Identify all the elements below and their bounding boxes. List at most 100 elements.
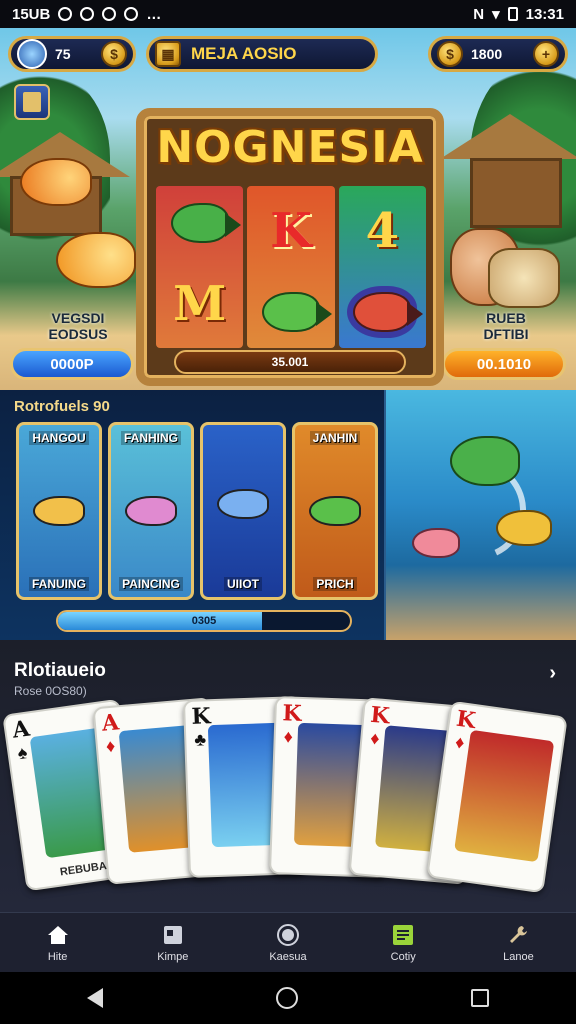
nav-item-lanoe[interactable]: Lanoe: [461, 913, 576, 972]
chevron-right-icon[interactable]: ›: [549, 662, 556, 685]
fish-image: [309, 496, 361, 526]
title-pill: ▦ MEJA AOSIO: [146, 36, 378, 72]
club-icon: ♣: [193, 729, 207, 750]
diamond-icon: ♦: [369, 727, 381, 749]
card-rank: K: [282, 700, 303, 727]
right-promo-line2: DFTIBI: [483, 326, 529, 342]
sync-icon: [80, 7, 95, 21]
fishing-scene-image: [386, 390, 576, 640]
balance-value: 75: [55, 46, 71, 62]
home-icon: [45, 923, 71, 947]
goldfish-image: [56, 232, 136, 288]
reel-1: M: [156, 186, 244, 348]
fishing-section: Rotrofuels 90 HANGOU FANUING FANHING PAI…: [0, 390, 576, 640]
diamond-icon: ♦: [283, 726, 294, 747]
horn-image: [488, 248, 560, 308]
coins-value: 1800: [471, 46, 503, 62]
coins-pill[interactable]: $ 1800 +: [428, 36, 568, 72]
spade-icon: ♠: [16, 742, 29, 764]
nav-label: Cotiy: [390, 950, 416, 963]
back-icon[interactable]: [86, 988, 103, 1008]
fish-image: [217, 489, 269, 519]
fishing-card-bottom-label: PAINCING: [119, 577, 183, 591]
nfc-icon: N: [473, 5, 485, 23]
top-bar: 75 $ ▦ MEJA AOSIO $ 1800 +: [8, 34, 568, 74]
fishing-card-bottom-label: UIIOT: [224, 577, 262, 591]
status-time-left: 15UB: [12, 5, 51, 23]
reel-3: 4: [338, 186, 426, 348]
slot-symbol-4: 4: [365, 202, 400, 259]
slot-title: NOGNESIA: [156, 122, 424, 173]
red-fish-symbol: [353, 291, 424, 332]
fishing-card-3[interactable]: UIIOT: [200, 422, 286, 600]
fishing-card-4[interactable]: JANHIN PRICH: [292, 422, 378, 600]
card-rank: K: [191, 703, 212, 730]
menu-button[interactable]: [14, 84, 50, 120]
card-rank: A: [100, 709, 121, 737]
right-promo-label: RUEB DFTIBI: [456, 310, 556, 342]
hut-roof-right: [440, 114, 576, 159]
card-art: [454, 729, 555, 863]
slot-reels: M K 4: [156, 186, 426, 348]
yellow-fish-image: [496, 510, 552, 546]
slot-symbol-m: M: [173, 275, 227, 332]
notification-icon: [58, 7, 73, 21]
slot-symbol-k: K: [270, 202, 312, 259]
left-promo-label: VEGSDI EODSUS: [28, 310, 128, 342]
slot-game-hero: 75 $ ▦ MEJA AOSIO $ 1800 + VEGSDI EODSUS…: [0, 28, 576, 390]
fishing-card-top-label: FANHING: [121, 431, 181, 445]
slot-win-bar: 35.001: [174, 350, 406, 374]
status-bar: 15UB … N ▾ 13:31: [0, 0, 576, 28]
nav-item-kaesua[interactable]: Kaesua: [230, 913, 345, 972]
green-fish-symbol: [170, 202, 241, 243]
fishing-card-bottom-label: FANUING: [29, 577, 89, 591]
fishing-title: Rotrofuels 90: [14, 398, 110, 415]
coin-icon: $: [101, 41, 127, 67]
nav-item-home[interactable]: Hite: [0, 913, 115, 972]
fish-image: [125, 496, 177, 526]
left-promo-button[interactable]: 0000P: [10, 348, 134, 380]
nav-label: Lanoe: [503, 950, 534, 963]
right-promo-line1: RUEB: [486, 310, 526, 326]
home-circle-icon[interactable]: [275, 987, 298, 1009]
nav-item-cotiy[interactable]: Cotiy: [346, 913, 461, 972]
nav-label: Kimpe: [157, 950, 189, 963]
fishing-panel: Rotrofuels 90 HANGOU FANUING FANHING PAI…: [0, 390, 386, 640]
game-room-title: MEJA AOSIO: [191, 44, 297, 63]
nav-item-kimpe[interactable]: Kimpe: [115, 913, 230, 972]
slot-machine[interactable]: NOGNESIA M K 4 35.001: [136, 108, 444, 386]
app-icon: [102, 7, 117, 21]
fishing-card-top-label: JANHIN: [309, 431, 361, 445]
cards-section-title: Rlotiaueio: [14, 660, 106, 681]
wifi-icon: ▾: [492, 6, 500, 23]
fishing-cards: HANGOU FANUING FANHING PAINCING UIIOT JA…: [16, 422, 378, 600]
system-nav-bar: [0, 972, 576, 1024]
left-promo-line1: VEGSDI: [51, 310, 105, 326]
balance-pill[interactable]: 75 $: [8, 36, 136, 72]
book-icon: [23, 92, 41, 112]
shield-icon: [124, 7, 139, 21]
add-coins-icon[interactable]: +: [533, 41, 559, 67]
avatar[interactable]: [17, 39, 47, 69]
cards-section: Rlotiaueio Rose 0OS80) › A ♠ REBUBA A ♦ …: [0, 640, 576, 912]
circle-icon: [275, 923, 301, 947]
fishing-card-2[interactable]: FANHING PAINCING: [108, 422, 194, 600]
fish-image: [33, 496, 85, 526]
reel-2: K: [247, 186, 335, 348]
wrench-icon: [505, 923, 531, 947]
orange-fish-image: [20, 158, 92, 206]
playing-card-6[interactable]: K ♦: [426, 700, 568, 894]
status-time-right: 13:31: [525, 5, 564, 23]
recents-icon[interactable]: [471, 989, 490, 1007]
right-promo-button[interactable]: 00.1010: [442, 348, 566, 380]
book-icon: [160, 923, 186, 947]
progress-label: 0305: [191, 615, 217, 627]
jumping-fish-image: [450, 436, 520, 486]
fishing-card-1[interactable]: HANGOU FANUING: [16, 422, 102, 600]
fishing-progress-bar: 0305: [56, 610, 352, 632]
card-rank: A: [10, 715, 32, 744]
fishing-card-top-label: HANGOU: [29, 431, 89, 445]
coin-icon: $: [437, 41, 463, 67]
nav-label: Kaesua: [269, 950, 307, 963]
more-notifications-icon: …: [146, 5, 162, 23]
